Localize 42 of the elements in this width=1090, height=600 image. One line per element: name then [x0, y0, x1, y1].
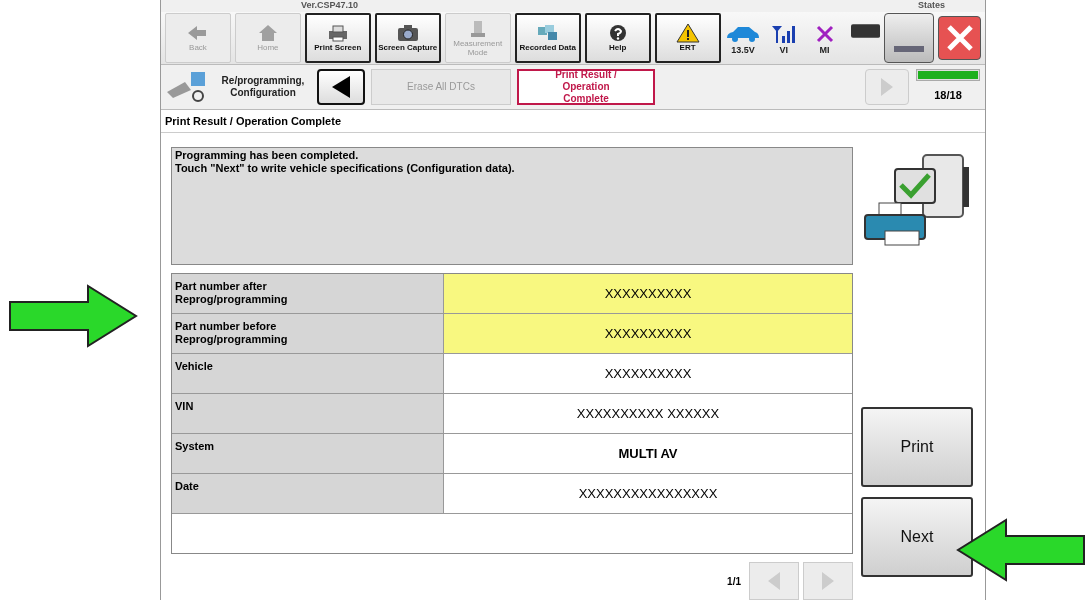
cross-icon [814, 23, 835, 44]
warning-icon [675, 23, 700, 44]
close-icon [945, 23, 974, 52]
row-value: XXXXXXXXXX [444, 314, 852, 353]
page-indicator: 1/1 [727, 574, 741, 589]
left-triangle-icon [332, 75, 350, 98]
progress-count: 18/18 [934, 88, 962, 104]
battery-icon [850, 23, 880, 38]
pointer-arrow-icon [6, 282, 138, 348]
row-label: Part number before Reprog/programming [175, 320, 289, 346]
minimize-button[interactable] [884, 12, 935, 63]
action-button[interactable]: Next [861, 497, 973, 577]
toolbar-button[interactable]: Print Screen [304, 12, 371, 63]
previous-step-button[interactable] [317, 68, 365, 105]
states-label: States [918, 1, 945, 11]
toolbar-button[interactable]: Help [584, 12, 651, 63]
close-button[interactable] [938, 15, 982, 60]
status-indicator: 13.5V [724, 23, 762, 58]
toolbar-button[interactable]: Recorded Data [514, 12, 581, 63]
page-title: Print Result / Operation Complete [161, 109, 985, 133]
minimize-icon [894, 45, 925, 52]
row-label: VIN [175, 400, 195, 413]
status-indicator: VI [765, 23, 803, 58]
signal-icon [769, 23, 798, 44]
message-text: Touch "Next" to write vehicle specifications (Configuration data). [175, 162, 516, 175]
row-label: System [175, 440, 216, 453]
toolbar-button[interactable]: Screen Capture [374, 12, 441, 63]
left-triangle-icon [768, 572, 780, 590]
toolbar-button[interactable]: ERT [654, 12, 721, 63]
camera-icon [395, 23, 420, 44]
status-indicator: MI [806, 23, 843, 58]
pointer-arrow-icon [954, 516, 1086, 582]
action-button[interactable]: Print [861, 407, 973, 487]
right-triangle-icon [822, 572, 834, 590]
row-label: Vehicle [175, 360, 214, 373]
message-text: Programming has been completed. [175, 149, 360, 162]
row-label: Date [175, 480, 200, 493]
version-label: Ver.CSP47.10 [301, 1, 359, 11]
row-value: XXXXXXXXXX [444, 274, 852, 313]
section-label: Re/programming, Configuration [220, 74, 306, 99]
row-label: Part number after Reprog/programming [175, 280, 289, 306]
right-triangle-icon [881, 77, 893, 96]
